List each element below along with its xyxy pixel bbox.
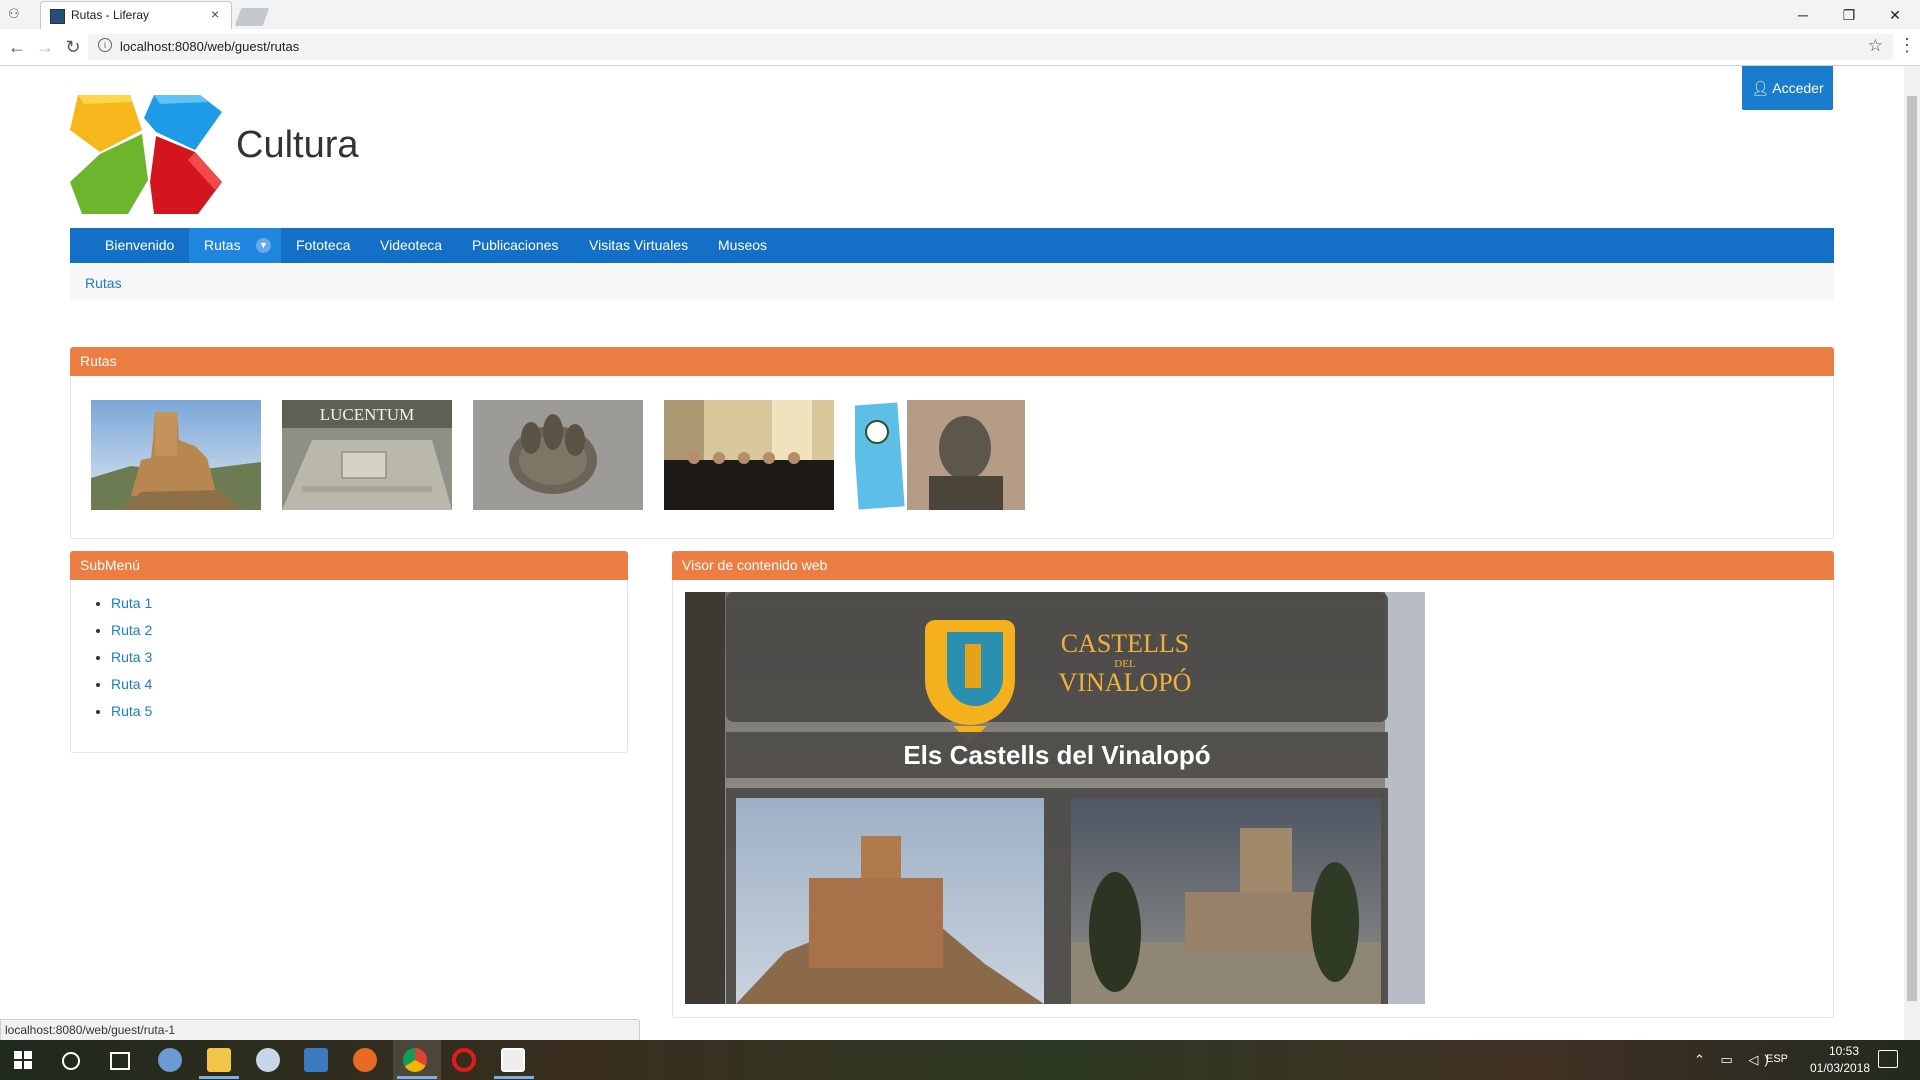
language-indicator[interactable]: ESP [1766, 1053, 1788, 1065]
browser-menu-icon[interactable]: ⋮ [1898, 35, 1916, 56]
clock-date[interactable]: 01/03/2018 [1800, 1061, 1880, 1075]
liferay-favicon-icon [50, 9, 65, 24]
web-content-viewer-portlet: Visor de contenido web CASTELLS DEL VINA… [672, 551, 1834, 1018]
active-indicator [199, 1076, 239, 1079]
brand-line-3: VINALOPÓ [1059, 668, 1192, 697]
virtualbox-icon[interactable] [304, 1048, 328, 1072]
nav-item-publicaciones[interactable]: Publicaciones [472, 228, 558, 263]
active-indicator [494, 1076, 534, 1079]
url-text[interactable]: localhost:8080/web/guest/rutas [120, 39, 299, 54]
back-arrow-icon[interactable]: ← [5, 35, 29, 59]
dinosaur-footprint-photo[interactable] [473, 400, 643, 510]
site-logo[interactable] [70, 90, 226, 217]
file-explorer-icon[interactable] [207, 1048, 231, 1072]
browser-tab-strip: ⚇ Rutas - Liferay × ─ ❐ ✕ [0, 0, 1920, 30]
browser-tab[interactable]: Rutas - Liferay × [40, 1, 232, 30]
browser-toolbar: ← → ↻ i localhost:8080/web/guest/rutas ☆… [0, 29, 1920, 66]
paint-icon[interactable] [158, 1048, 182, 1072]
submenu-link-ruta-3[interactable]: Ruta 3 [111, 649, 152, 665]
firefox-icon[interactable] [353, 1048, 377, 1072]
address-bar[interactable]: i localhost:8080/web/guest/rutas ☆ [88, 34, 1893, 60]
minimize-button[interactable]: ─ [1780, 3, 1826, 27]
rutas-portlet: Rutas LUCENTUM [70, 347, 1834, 539]
list-item: Ruta 1 [111, 592, 152, 619]
submenu-link-ruta-4[interactable]: Ruta 4 [111, 676, 152, 692]
nav-item-bienvenido[interactable]: Bienvenido [105, 228, 174, 263]
breadcrumb: Rutas [70, 265, 1834, 300]
forward-arrow-icon[interactable]: → [33, 35, 57, 59]
lucentum-caption: LUCENTUM [320, 405, 414, 424]
submenu-link-ruta-5[interactable]: Ruta 5 [111, 703, 152, 719]
new-tab-button[interactable] [234, 8, 270, 26]
windows-start-icon[interactable] [14, 1051, 32, 1069]
dropdown-chevron-icon[interactable]: ▼ [256, 238, 271, 253]
submenu-link-ruta-2[interactable]: Ruta 2 [111, 622, 152, 638]
castle-photo[interactable] [91, 400, 261, 510]
choir-photo[interactable] [664, 400, 834, 510]
page-scrollbar[interactable] [1904, 66, 1920, 1040]
active-indicator [397, 1076, 437, 1079]
castells-banner-image: CASTELLS DEL VINALOPÓ Els Castells del V… [685, 592, 1425, 1004]
info-icon[interactable]: i [98, 38, 112, 52]
banner-heading: Els Castells del Vinalopó [903, 740, 1210, 770]
list-item: Ruta 5 [111, 700, 152, 727]
list-item: Ruta 3 [111, 646, 152, 673]
site-title: Cultura [236, 124, 359, 166]
brand-line-1: CASTELLS [1061, 629, 1190, 658]
nav-item-fototeca[interactable]: Fototeca [296, 228, 350, 263]
submenu-portlet: SubMenú Ruta 1 Ruta 2 Ruta 3 Ruta 4 Ruta… [70, 551, 628, 753]
sign-in-button[interactable]: 👤︎ Acceder [1742, 66, 1833, 110]
nav-item-museos[interactable]: Museos [718, 228, 767, 263]
task-view-icon[interactable] [110, 1052, 130, 1070]
breadcrumb-link[interactable]: Rutas [85, 275, 122, 291]
submenu-list: Ruta 1 Ruta 2 Ruta 3 Ruta 4 Ruta 5 [91, 592, 152, 727]
web-page: 👤︎ Acceder Cultura Bienvenido Rutas ▼ Fo… [0, 66, 1904, 1040]
notifications-icon[interactable] [1878, 1050, 1898, 1068]
main-navigation: Bienvenido Rutas ▼ Fototeca Videoteca Pu… [70, 228, 1834, 263]
close-window-button[interactable]: ✕ [1872, 3, 1918, 27]
user-icon: 👤︎ [1751, 80, 1770, 96]
tab-close-icon[interactable]: × [211, 6, 219, 22]
scrollbar-thumb[interactable] [1907, 96, 1917, 1001]
status-url-preview: localhost:8080/web/guest/ruta-1 [0, 1019, 640, 1040]
submenu-portlet-title: SubMenú [70, 551, 628, 580]
chrome-icon[interactable] [403, 1048, 427, 1072]
submenu-link-ruta-1[interactable]: Ruta 1 [111, 595, 152, 611]
list-item: Ruta 2 [111, 619, 152, 646]
nav-item-rutas[interactable]: Rutas [204, 228, 241, 263]
rutas-portlet-title: Rutas [70, 347, 1834, 376]
windows-taskbar: ⌃ ▭ ◁) ESP 10:53 01/03/2018 [0, 1040, 1920, 1080]
bookmark-star-icon[interactable]: ☆ [1868, 36, 1883, 56]
nav-item-visitas-virtuales[interactable]: Visitas Virtuales [589, 228, 688, 263]
ruta-benlliure-photo[interactable] [855, 400, 1025, 510]
lucentum-ruins-photo[interactable]: LUCENTUM [282, 400, 452, 510]
opera-icon[interactable] [452, 1048, 476, 1072]
reload-icon[interactable]: ↻ [61, 35, 85, 59]
clock-time[interactable]: 10:53 [1816, 1044, 1872, 1058]
nav-item-videoteca[interactable]: Videoteca [380, 228, 442, 263]
system-tray-icons[interactable]: ⌃ ▭ ◁) [1694, 1052, 1775, 1068]
search-icon[interactable] [62, 1052, 80, 1070]
sign-in-label: Acceder [1772, 80, 1824, 96]
incognito-icon: ⚇ [8, 6, 20, 21]
photos-icon[interactable] [501, 1048, 525, 1072]
tab-title: Rutas - Liferay [71, 8, 150, 22]
list-item: Ruta 4 [111, 673, 152, 700]
visor-portlet-title: Visor de contenido web [672, 551, 1834, 580]
gimp-icon[interactable] [256, 1048, 280, 1072]
maximize-button[interactable]: ❐ [1826, 3, 1872, 27]
